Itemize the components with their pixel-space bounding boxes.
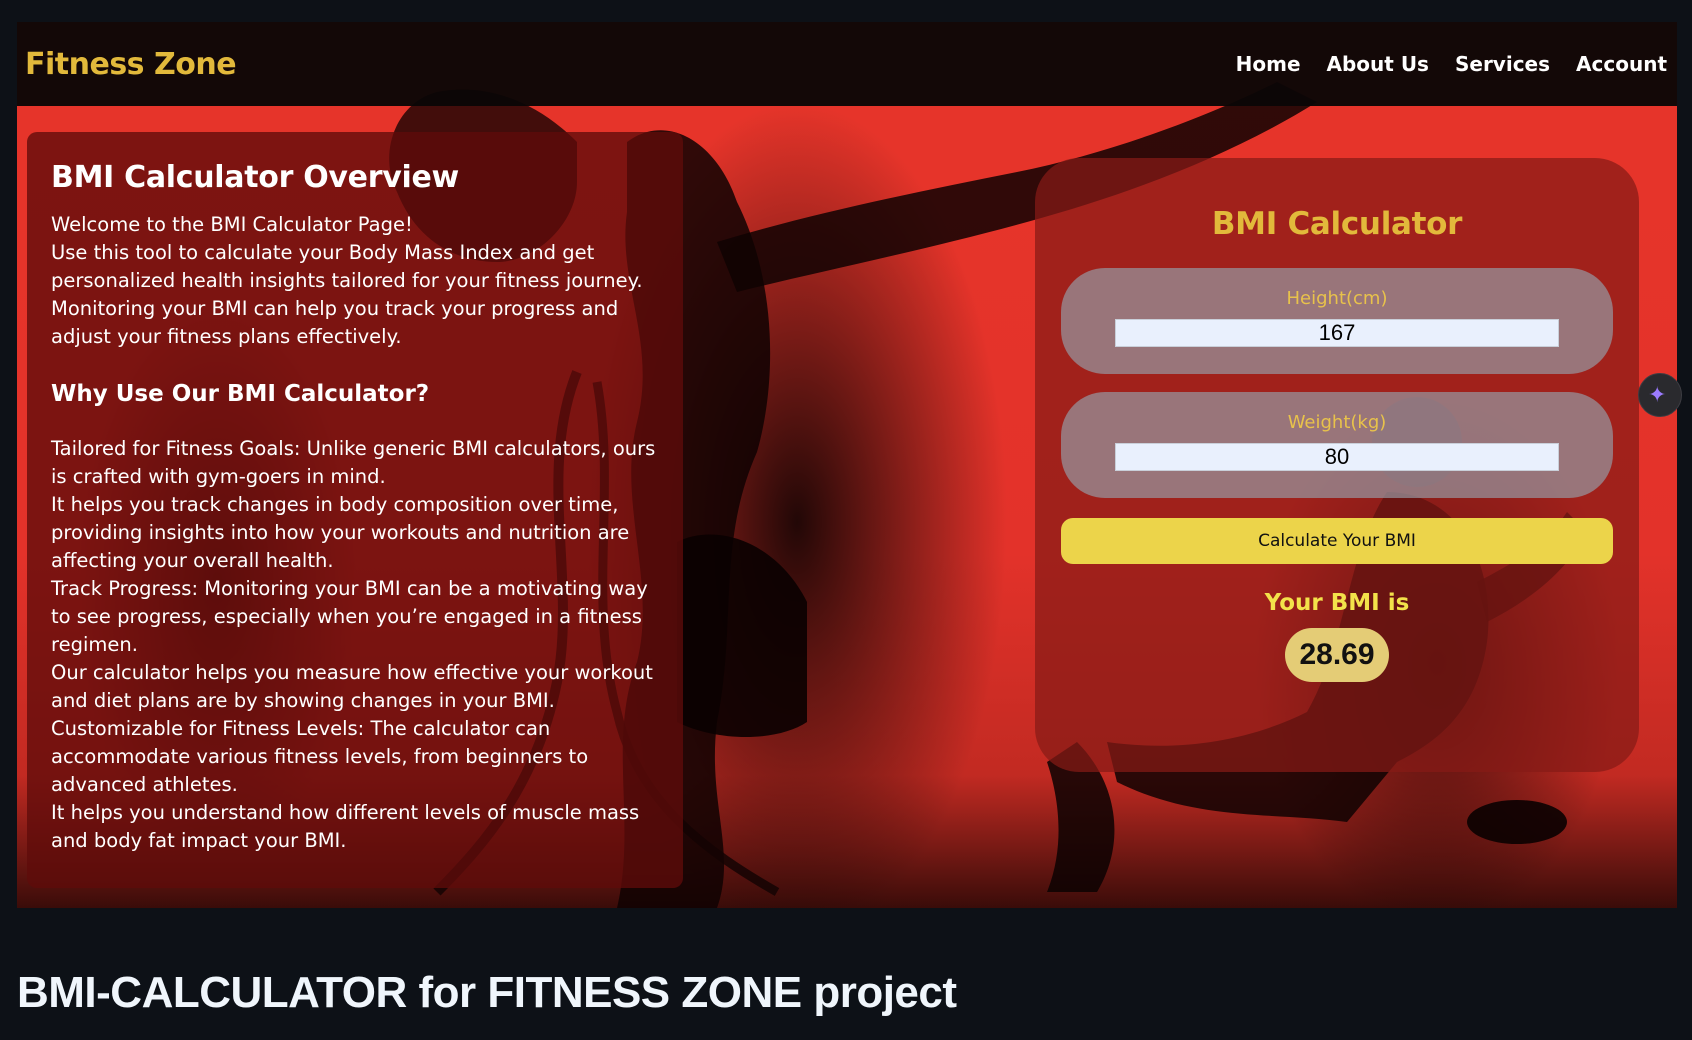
overview-intro-line: Monitoring your BMI can help you track y… <box>51 297 619 348</box>
reason-item: It helps you understand how different le… <box>51 801 640 852</box>
bmi-result-label: Your BMI is <box>1264 590 1410 616</box>
reason-item: It helps you track changes in body compo… <box>51 493 630 572</box>
weight-label: Weight(kg) <box>1287 412 1387 433</box>
weight-field-group: Weight(kg) <box>1061 392 1613 498</box>
nav-link-home[interactable]: Home <box>1236 52 1301 76</box>
calculator-title: BMI Calculator <box>1211 206 1463 242</box>
calculate-bmi-button[interactable]: Calculate Your BMI <box>1061 518 1613 564</box>
height-input[interactable] <box>1115 319 1559 347</box>
nav-links: Home About Us Services Account <box>1236 52 1667 76</box>
repo-readme-title: BMI-CALCULATOR for FITNESS ZONE project <box>17 968 957 1017</box>
overview-intro-line: Use this tool to calculate your Body Mas… <box>51 241 643 292</box>
reason-item: Tailored for Fitness Goals: Unlike gener… <box>51 437 656 488</box>
bmi-overview-panel: BMI Calculator Overview Welcome to the B… <box>27 132 683 888</box>
nav-link-account[interactable]: Account <box>1576 52 1667 76</box>
height-field-group: Height(cm) <box>1061 268 1613 374</box>
weight-input[interactable] <box>1115 443 1559 471</box>
height-label: Height(cm) <box>1286 288 1388 309</box>
hero-screenshot: Fitness Zone Home About Us Services Acco… <box>17 22 1677 908</box>
reason-item: Our calculator helps you measure how eff… <box>51 661 653 712</box>
overview-title: BMI Calculator Overview <box>51 160 459 195</box>
nav-link-about-us[interactable]: About Us <box>1327 52 1429 76</box>
why-use-heading: Why Use Our BMI Calculator? <box>51 381 430 407</box>
brand-logo-text[interactable]: Fitness Zone <box>25 47 237 82</box>
reason-item: Customizable for Fitness Levels: The cal… <box>51 717 589 796</box>
bmi-result-value: 28.69 <box>1285 628 1389 682</box>
bmi-calculator-card: BMI Calculator Height(cm) Weight(kg) Cal… <box>1035 158 1639 772</box>
reason-item: Track Progress: Monitoring your BMI can … <box>51 577 648 656</box>
top-navbar: Fitness Zone Home About Us Services Acco… <box>17 22 1677 106</box>
sparkle-icon[interactable]: ✦ <box>1638 373 1682 417</box>
overview-intro-line: Welcome to the BMI Calculator Page! <box>51 213 413 236</box>
nav-link-services[interactable]: Services <box>1455 52 1550 76</box>
